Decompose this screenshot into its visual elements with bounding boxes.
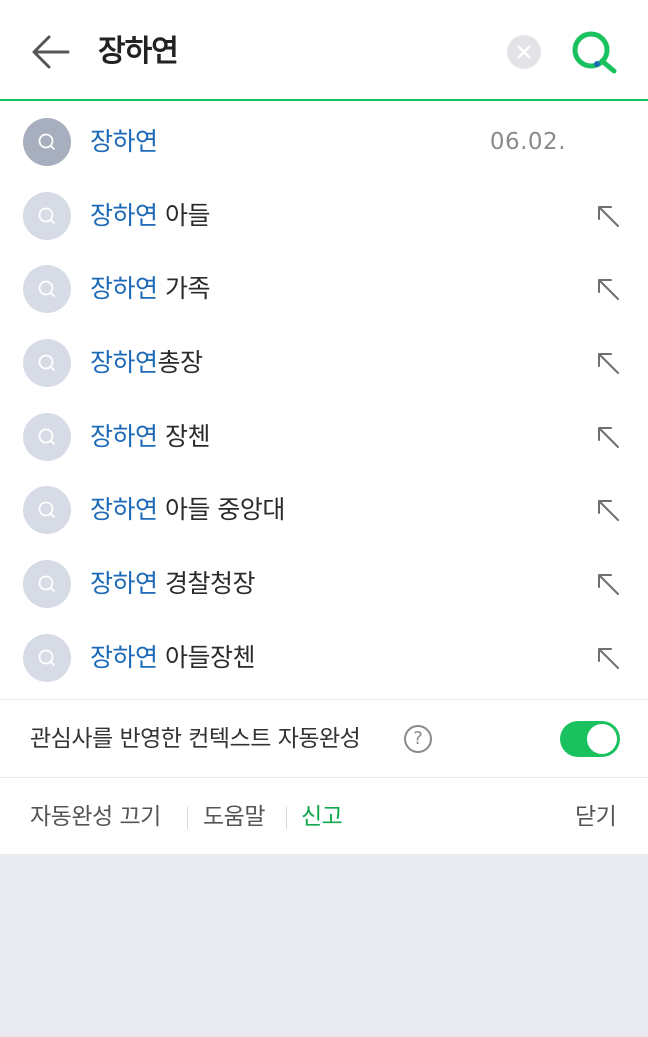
clear-button[interactable] [507, 35, 541, 69]
search-date: 06.02. [489, 129, 566, 155]
fill-query-button[interactable] [594, 349, 622, 377]
suggestion-item[interactable]: 장하연 아들장첸 [0, 621, 648, 695]
context-autocomplete-row: 관심사를 반영한 컨텍스트 자동완성 ? [0, 698, 648, 777]
suggestion-rest: 가족 [157, 274, 211, 304]
search-icon [23, 486, 71, 535]
divider [286, 806, 287, 829]
suggestion-item[interactable]: 장하연 경찰청장 [0, 547, 648, 621]
suggestion-rest: 총장 [157, 348, 204, 378]
suggestion-text: 장하연 아들 [90, 196, 210, 236]
arrow-up-left-icon [598, 574, 619, 596]
search-button[interactable] [570, 29, 618, 75]
arrow-up-left-icon [598, 279, 619, 301]
search-icon [23, 265, 71, 314]
suggestion-highlight: 장하연 [90, 274, 158, 304]
close-icon [517, 45, 531, 59]
suggestion-highlight: 장하연 [90, 642, 158, 672]
autocomplete-panel: 장하연 장하연 06.02. 장하연 아들 장하연 가족 장하연총장 장하연 장… [0, 0, 648, 854]
help-icon[interactable]: ? [404, 724, 432, 753]
context-autocomplete-toggle[interactable] [560, 720, 620, 757]
turn-off-autocomplete-link[interactable]: 자동완성 끄기 [30, 797, 161, 837]
suggestion-text: 장하연총장 [90, 343, 203, 383]
divider [187, 806, 188, 829]
help-link[interactable]: 도움말 [203, 797, 265, 837]
toggle-knob [587, 723, 617, 754]
fill-query-button[interactable] [594, 496, 622, 524]
fill-query-button[interactable] [594, 570, 622, 598]
suggestion-item[interactable]: 장하연 장첸 [0, 400, 648, 474]
suggestion-highlight: 장하연 [90, 421, 158, 451]
search-icon [572, 31, 617, 74]
autocomplete-footer: 자동완성 끄기 도움말 신고 닫기 [0, 776, 648, 854]
arrow-up-left-icon [598, 647, 619, 669]
suggestion-highlight: 장하연 [90, 348, 158, 378]
search-header: 장하연 [0, 0, 648, 101]
report-link[interactable]: 신고 [301, 797, 343, 837]
fill-query-button[interactable] [594, 423, 622, 451]
suggestion-text: 장하연 가족 [90, 269, 210, 309]
suggestion-item[interactable]: 장하연 가족 [0, 252, 648, 326]
suggestion-highlight: 장하연 [90, 127, 158, 156]
suggestion-rest: 아들장첸 [157, 642, 256, 672]
context-autocomplete-label: 관심사를 반영한 컨텍스트 자동완성 [30, 725, 361, 752]
suggestion-list: 장하연 06.02. 장하연 아들 장하연 가족 장하연총장 장하연 장첸 장하… [0, 101, 648, 695]
close-link[interactable]: 닫기 [575, 797, 617, 837]
suggestion-rest: 아들 중앙대 [157, 495, 285, 525]
suggestion-item[interactable]: 장하연총장 [0, 326, 648, 400]
suggestion-text: 장하연 장첸 [90, 417, 210, 457]
search-icon [23, 560, 71, 609]
suggestion-item-recent[interactable]: 장하연 06.02. [0, 105, 648, 179]
suggestion-rest: 경찰청장 [157, 569, 256, 599]
suggestion-rest: 장첸 [157, 421, 211, 451]
fill-query-button[interactable] [594, 275, 622, 303]
search-icon [23, 191, 71, 240]
suggestion-highlight: 장하연 [90, 495, 158, 525]
autocomplete-page: 장하연 장하연 06.02. 장하연 아들 장하연 가족 장하연총장 장하연 장… [0, 0, 648, 1037]
suggestion-highlight: 장하연 [90, 569, 158, 599]
fill-query-button[interactable] [594, 644, 622, 672]
search-icon [23, 339, 71, 388]
suggestion-text: 장하연 아들 중앙대 [90, 490, 285, 530]
history-icon [23, 118, 71, 166]
suggestion-item[interactable]: 장하연 아들 중앙대 [0, 473, 648, 547]
arrow-up-left-icon [598, 353, 619, 375]
suggestion-highlight: 장하연 [90, 200, 158, 230]
arrow-up-left-icon [598, 426, 619, 448]
suggestion-text: 장하연 [90, 122, 158, 162]
suggestion-rest: 아들 [157, 200, 211, 230]
search-input[interactable]: 장하연 [98, 30, 179, 74]
fill-query-button[interactable] [594, 202, 622, 230]
back-button[interactable] [30, 33, 72, 71]
suggestion-text: 장하연 경찰청장 [90, 564, 255, 604]
suggestion-text: 장하연 아들장첸 [90, 638, 255, 678]
arrow-up-left-icon [598, 205, 619, 227]
arrow-up-left-icon [598, 500, 619, 522]
search-icon [23, 633, 71, 682]
arrow-left-icon [32, 35, 70, 69]
suggestion-item[interactable]: 장하연 아들 [0, 179, 648, 253]
search-icon [23, 412, 71, 461]
